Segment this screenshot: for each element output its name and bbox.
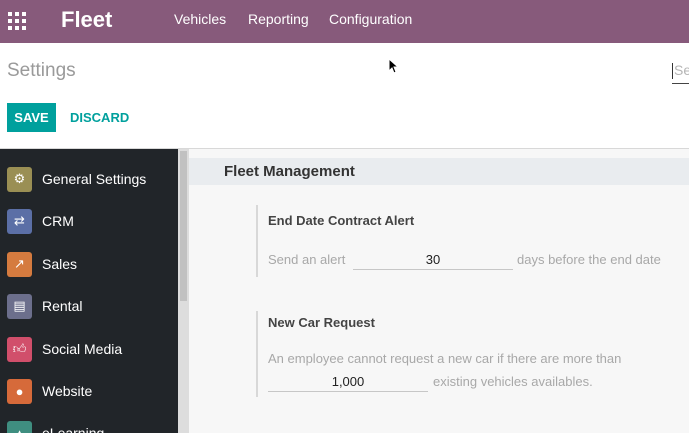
section-title: Fleet Management xyxy=(189,158,689,185)
sidebar-item-label: CRM xyxy=(42,213,74,229)
apps-grid-icon[interactable] xyxy=(8,12,26,30)
sidebar-item-rental[interactable]: ▤ Rental xyxy=(0,285,178,327)
settings-content: Fleet Management End Date Contract Alert… xyxy=(189,149,689,433)
contract-alert-title: End Date Contract Alert xyxy=(268,213,415,228)
globe-icon: ● xyxy=(7,378,32,404)
sidebar-item-general-settings[interactable]: ⚙ General Settings xyxy=(0,158,178,200)
contract-alert-prefix: Send an alert xyxy=(268,252,346,267)
sidebar-item-label: Social Media xyxy=(42,341,123,357)
save-button[interactable]: SAVE xyxy=(7,103,56,132)
gear-icon: ⚙ xyxy=(7,166,32,192)
sidebar-scrollbar[interactable] xyxy=(178,149,189,433)
sidebar-item-label: eLearning xyxy=(42,425,105,433)
sidebar-item-label: Sales xyxy=(42,256,78,272)
setting-border xyxy=(256,311,258,397)
settings-sidebar: ⚙ General Settings ⇄ CRM ↗ Sales ▤ Renta… xyxy=(0,149,178,433)
sidebar-item-elearning[interactable]: ▲ eLearning xyxy=(0,412,178,433)
thumbs-up-icon: 👍︎ xyxy=(7,336,32,362)
menu-reporting[interactable]: Reporting xyxy=(248,10,309,28)
sidebar-item-label: Website xyxy=(42,383,93,399)
search-placeholder: Se xyxy=(674,62,689,78)
menu-configuration[interactable]: Configuration xyxy=(329,10,412,28)
rental-icon: ▤ xyxy=(7,293,32,319)
sidebar-item-sales[interactable]: ↗ Sales xyxy=(0,243,178,285)
menu-vehicles[interactable]: Vehicles xyxy=(174,10,226,28)
app-brand[interactable]: Fleet xyxy=(61,6,112,34)
discard-button[interactable]: DISCARD xyxy=(67,103,132,132)
top-navbar: Fleet Vehicles Reporting Configuration xyxy=(0,0,689,43)
handshake-icon: ⇄ xyxy=(7,208,32,234)
contract-alert-days-input[interactable] xyxy=(353,249,513,270)
new-car-request-title: New Car Request xyxy=(268,315,375,330)
sidebar-item-label: General Settings xyxy=(42,171,147,187)
scrollbar-thumb[interactable] xyxy=(180,151,187,301)
new-car-request-description: An employee cannot request a new car if … xyxy=(268,351,622,366)
max-vehicles-input[interactable] xyxy=(268,371,428,392)
page-title: Settings xyxy=(7,60,76,81)
mouse-pointer-icon xyxy=(388,58,400,74)
new-car-request-suffix: existing vehicles availables. xyxy=(433,374,593,389)
contract-alert-suffix: days before the end date xyxy=(517,252,661,267)
sidebar-item-label: Rental xyxy=(42,298,83,314)
setting-border xyxy=(256,205,258,277)
sidebar-item-social-media[interactable]: 👍︎ Social Media xyxy=(0,328,178,370)
sidebar-item-website[interactable]: ● Website xyxy=(0,370,178,412)
learning-icon: ▲ xyxy=(7,420,32,433)
chart-icon: ↗ xyxy=(7,251,32,277)
sidebar-item-crm[interactable]: ⇄ CRM xyxy=(0,200,178,242)
search-input[interactable]: Se xyxy=(672,58,689,84)
